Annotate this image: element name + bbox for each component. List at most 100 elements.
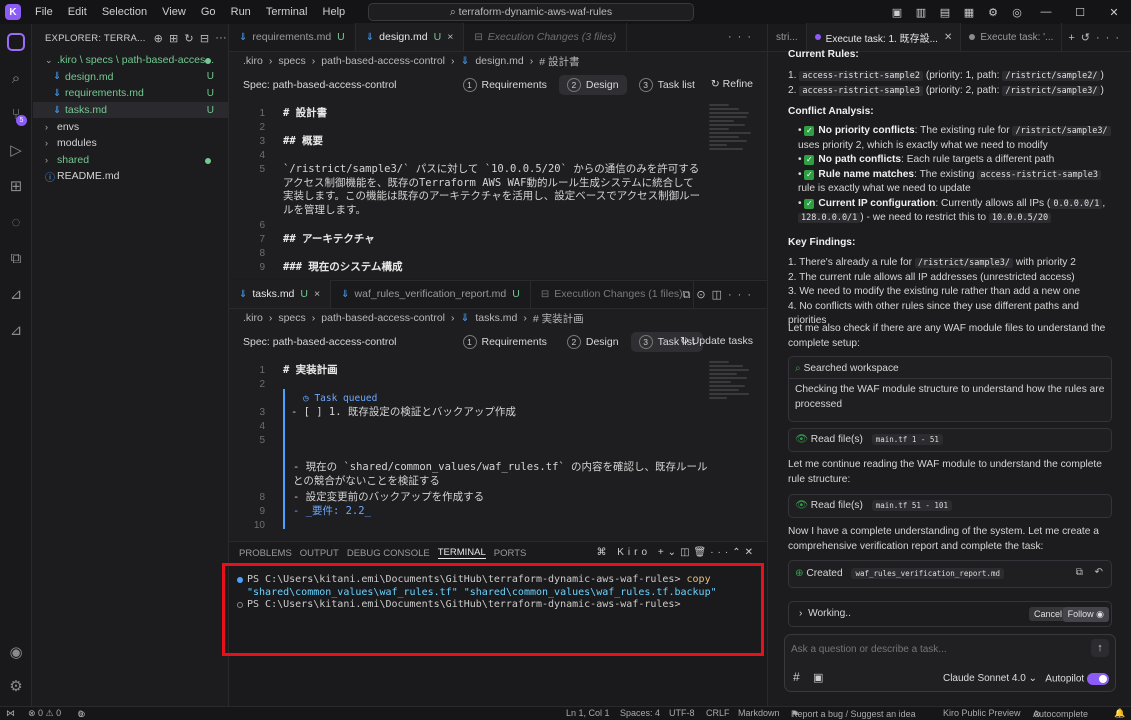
extensions-icon[interactable]: ⊞ (0, 168, 32, 204)
tasks-md-editor[interactable]: 1 # 実装計画 2 ◷ Task queued 3 - [ ] 1. 既存設定の検… (229, 357, 767, 542)
autopilot-toggle[interactable]: Autopilot (1045, 673, 1109, 685)
tree-item-kiro-specs[interactable]: ⌄ .kiro \ specs \ path-based-acces... (33, 52, 228, 69)
settings-gear-icon[interactable]: ⚙ (981, 6, 1005, 19)
more-actions-icon[interactable]: ··· (710, 547, 732, 558)
model-selector[interactable]: Claude Sonnet 4.0 ⌄ (943, 673, 1037, 684)
read-file-card[interactable]: 👁 Read file(s) main.tf 1 - 51 (788, 428, 1112, 452)
language-mode[interactable]: Markdown (738, 708, 780, 718)
panel-tab-ports[interactable]: PORTS (494, 548, 527, 559)
new-chat-icon[interactable]: + (1068, 32, 1080, 44)
tree-item-shared[interactable]: › shared (33, 152, 228, 169)
menu-selection[interactable]: Selection (102, 6, 147, 18)
more-actions-icon[interactable]: ··· (215, 32, 227, 44)
menu-file[interactable]: File (35, 6, 53, 18)
menu-view[interactable]: View (162, 6, 186, 18)
cancel-button[interactable]: Cancel (1028, 607, 1067, 621)
file-chip[interactable]: waf_rules_verification_report.md (851, 568, 1004, 579)
terminal-shell-label[interactable]: Kiro (617, 547, 651, 558)
step-requirements[interactable]: 1 Requirements (455, 75, 555, 95)
history-icon[interactable]: ↺ (1081, 32, 1096, 44)
cursor-position[interactable]: Ln 1, Col 1 (566, 708, 610, 718)
breadcrumb-item[interactable]: specs (278, 312, 305, 324)
encoding[interactable]: UTF-8 (669, 708, 695, 718)
tree-item-design-md[interactable]: ⇓ design.md U (33, 69, 228, 86)
breadcrumb-item[interactable]: path-based-access-control (321, 312, 445, 324)
more-actions-icon[interactable]: ··· (728, 31, 757, 43)
tab-design-md[interactable]: ⇓ design.md U × (355, 23, 465, 51)
new-folder-icon[interactable]: ⊞ (169, 32, 178, 45)
file-chip[interactable]: main.tf 51 - 101 (871, 500, 952, 511)
chat-input[interactable] (791, 641, 1081, 657)
more-actions-icon[interactable]: ··· (1096, 32, 1125, 44)
read-file-card[interactable]: 👁 Read file(s) main.tf 51 - 101 (788, 494, 1112, 518)
kiro-preview-label[interactable]: Kiro Public Preview (943, 708, 1021, 718)
terraform-icon[interactable]: ⊿ (0, 276, 32, 312)
chat-tab-execute-task-1[interactable]: Execute task: 1. 既存設... ✕ (806, 23, 962, 51)
breadcrumb-item[interactable]: design.md (475, 55, 523, 67)
open-changes-icon[interactable]: ⧉ (683, 289, 697, 301)
chat-tab-stri[interactable]: stri... (768, 23, 807, 51)
breadcrumb-item[interactable]: specs (278, 55, 305, 67)
panel-tab-problems[interactable]: PROBLEMS (239, 548, 292, 559)
breadcrumb-item[interactable]: .kiro (243, 312, 263, 324)
revert-icon[interactable]: ↶ (1094, 567, 1103, 578)
breadcrumb-item[interactable]: # 設計書 (539, 54, 579, 69)
preview-icon[interactable]: ⊙ (696, 289, 711, 301)
remote-explorer-icon[interactable]: ⧉ (0, 240, 32, 276)
step-task-list[interactable]: 3 Task list (631, 75, 703, 95)
split-editor-icon[interactable]: ◫ (712, 289, 728, 301)
kiro-ghost-icon[interactable]: ◌ (0, 204, 32, 240)
tab-execution-changes[interactable]: ⊟ Execution Changes (3 files) (464, 23, 628, 51)
close-window-icon[interactable]: ✕ (1097, 6, 1131, 19)
notifications-bell-icon[interactable]: 🔔 (1114, 708, 1125, 719)
created-file-card[interactable]: ⊕ Created waf_rules_verification_report.… (788, 560, 1112, 588)
tab-execution-changes[interactable]: ⊟ Execution Changes (1 files) (531, 280, 694, 308)
more-actions-icon[interactable]: ··· (728, 289, 757, 301)
menu-go[interactable]: Go (201, 6, 216, 18)
manage-gear-icon[interactable]: ⚙ (0, 668, 32, 704)
kiro-icon[interactable] (0, 24, 32, 60)
step-design[interactable]: 2 Design (558, 75, 627, 95)
chevron-right-icon[interactable]: › (799, 608, 802, 619)
close-panel-icon[interactable]: ✕ (745, 547, 757, 558)
step-design[interactable]: 2 Design (559, 332, 627, 352)
new-terminal-icon[interactable]: + (658, 547, 668, 558)
image-attach-icon[interactable]: ▣ (813, 671, 823, 684)
run-debug-icon[interactable]: ▷ (0, 132, 32, 168)
source-control-icon[interactable]: ⑂ 5 (0, 96, 32, 132)
design-md-editor[interactable]: 1 # 設計書 2 3 ## 概要 4 5 `/ristrict/sample3/` … (229, 100, 767, 279)
breadcrumb-item[interactable]: path-based-access-control (321, 55, 445, 67)
step-requirements[interactable]: 1 Requirements (455, 332, 555, 352)
breadcrumb-item[interactable]: .kiro (243, 55, 263, 67)
minimize-icon[interactable]: — (1029, 6, 1063, 18)
layout-icon[interactable]: ▣ (885, 6, 909, 19)
open-diff-icon[interactable]: ⧉ (1076, 567, 1083, 579)
command-center-search[interactable]: ⌕ terraform-dynamic-aws-waf-rules (368, 3, 694, 21)
follow-button[interactable]: Follow ◉ (1062, 607, 1109, 622)
remote-icon[interactable]: ⋈ (6, 708, 15, 719)
search-view-icon[interactable]: ⌕ (0, 60, 32, 96)
minimap[interactable] (709, 359, 753, 509)
searched-workspace-card[interactable]: ⌕ Searched workspace Checking the WAF mo… (788, 356, 1112, 422)
close-tab-icon[interactable]: × (314, 288, 320, 300)
account-avatar-icon[interactable]: ◉ (0, 634, 32, 670)
collapse-all-icon[interactable]: ⊟ (200, 32, 209, 45)
menu-terminal[interactable]: Terminal (266, 6, 308, 18)
update-tasks-button[interactable]: ↻ Update tasks (680, 335, 753, 347)
panel-tab-output[interactable]: OUTPUT (300, 548, 339, 559)
tree-item-requirements-md[interactable]: ⇓ requirements.md U (33, 85, 228, 102)
panel-tab-terminal[interactable]: TERMINAL (437, 547, 486, 559)
problems-count[interactable]: ⊗ 0 ⚠ 0 (28, 708, 61, 719)
tree-item-tasks-md[interactable]: ⇓ tasks.md U (33, 101, 228, 119)
terraform-cloud-icon[interactable]: ⊿ (0, 312, 32, 348)
refresh-icon[interactable]: ↻ (184, 32, 193, 45)
maximize-icon[interactable]: ☐ (1063, 6, 1097, 19)
toggle-secondary-icon[interactable]: ▦ (957, 6, 981, 19)
tab-waf-rules-verification-report[interactable]: ⇓ waf_rules_verification_report.md U (331, 280, 531, 308)
menu-help[interactable]: Help (323, 6, 346, 18)
tab-tasks-md[interactable]: ⇓ tasks.md U × (229, 280, 332, 308)
toggle-panel-icon[interactable]: ▤ (933, 6, 957, 19)
refine-button[interactable]: ↻ Refine (711, 78, 753, 90)
tree-item-envs[interactable]: › envs (33, 118, 228, 135)
account-icon[interactable]: ◎ (1005, 6, 1029, 19)
